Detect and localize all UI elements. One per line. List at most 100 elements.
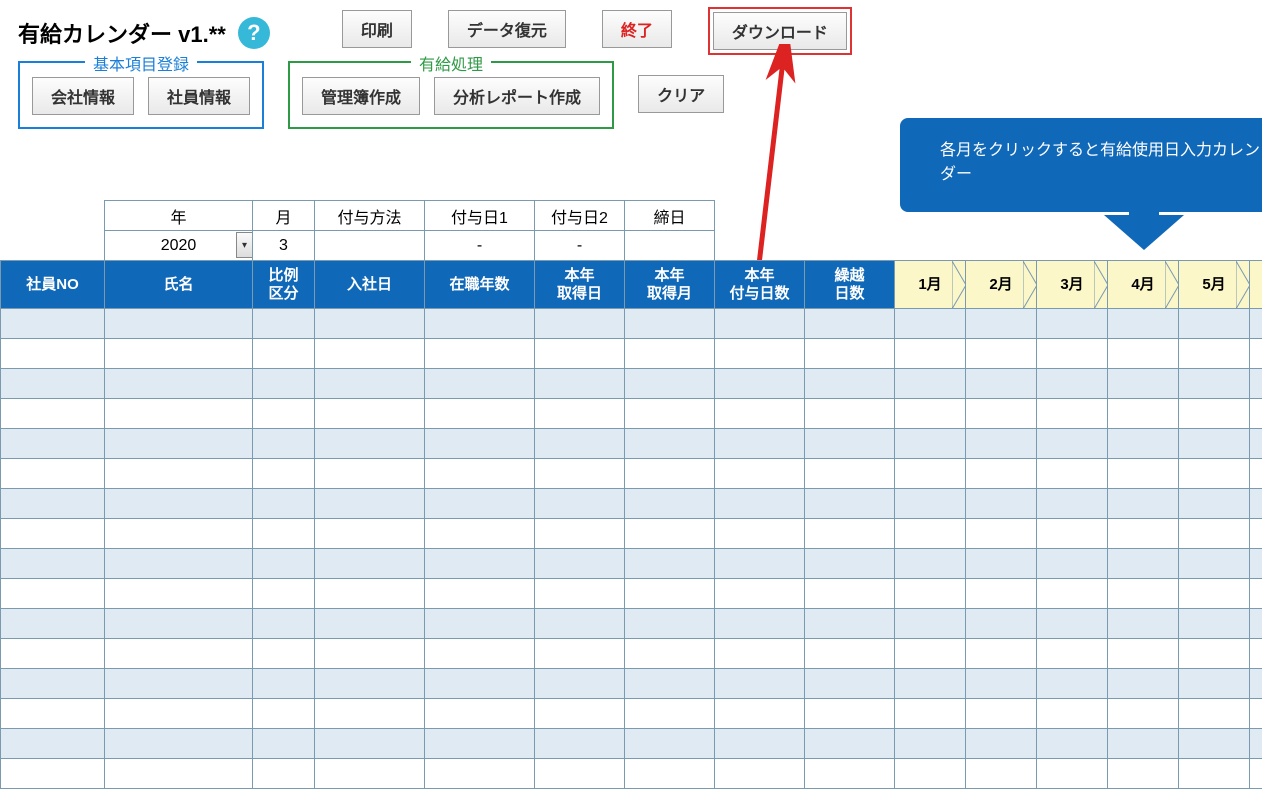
- cell[interactable]: [1108, 519, 1179, 549]
- cell[interactable]: [535, 519, 625, 549]
- cell[interactable]: [966, 579, 1037, 609]
- cell[interactable]: [895, 729, 966, 759]
- cell[interactable]: [425, 549, 535, 579]
- cell[interactable]: [535, 489, 625, 519]
- cell[interactable]: [966, 369, 1037, 399]
- cell[interactable]: [535, 579, 625, 609]
- cell[interactable]: [895, 699, 966, 729]
- table-row[interactable]: [1, 549, 1262, 579]
- cell[interactable]: [1108, 579, 1179, 609]
- cell[interactable]: [1037, 609, 1108, 639]
- cell[interactable]: [1037, 669, 1108, 699]
- cell[interactable]: [105, 609, 253, 639]
- year-dropdown-icon[interactable]: ▾: [236, 232, 253, 258]
- cell[interactable]: [805, 339, 895, 369]
- cell[interactable]: [1250, 489, 1262, 519]
- cell[interactable]: [805, 759, 895, 789]
- cell[interactable]: [1250, 669, 1262, 699]
- cell[interactable]: [425, 369, 535, 399]
- cell[interactable]: [625, 579, 715, 609]
- cell[interactable]: [966, 729, 1037, 759]
- cell[interactable]: [1037, 399, 1108, 429]
- cell[interactable]: [253, 399, 315, 429]
- cell[interactable]: [105, 759, 253, 789]
- cell[interactable]: [625, 309, 715, 339]
- cell[interactable]: [1108, 609, 1179, 639]
- cell[interactable]: [1250, 639, 1262, 669]
- cell[interactable]: [625, 729, 715, 759]
- cell[interactable]: [805, 699, 895, 729]
- cell[interactable]: [1108, 459, 1179, 489]
- cell[interactable]: [1108, 759, 1179, 789]
- cell[interactable]: [715, 609, 805, 639]
- cell[interactable]: [966, 489, 1037, 519]
- cell[interactable]: [315, 609, 425, 639]
- cell[interactable]: [1250, 459, 1262, 489]
- cell[interactable]: [625, 519, 715, 549]
- cell[interactable]: [1179, 609, 1250, 639]
- cell[interactable]: [253, 609, 315, 639]
- cell[interactable]: [966, 669, 1037, 699]
- spreadsheet-grid[interactable]: 年 月 付与方法 付与日1 付与日2 締日 2020 ▾ 3 - -: [0, 200, 1262, 789]
- cell[interactable]: [895, 309, 966, 339]
- cell[interactable]: [1037, 549, 1108, 579]
- cell[interactable]: [966, 339, 1037, 369]
- table-row[interactable]: [1, 759, 1262, 789]
- cell[interactable]: [425, 669, 535, 699]
- cell[interactable]: [1108, 729, 1179, 759]
- cell[interactable]: [105, 399, 253, 429]
- cell[interactable]: [966, 549, 1037, 579]
- cell[interactable]: [715, 399, 805, 429]
- cell[interactable]: [535, 309, 625, 339]
- cell[interactable]: [1250, 339, 1262, 369]
- table-row[interactable]: [1, 489, 1262, 519]
- cell[interactable]: [625, 759, 715, 789]
- cell[interactable]: [315, 369, 425, 399]
- cell[interactable]: [805, 399, 895, 429]
- month-cell[interactable]: 3: [253, 231, 315, 261]
- cell[interactable]: [535, 639, 625, 669]
- cell[interactable]: [966, 699, 1037, 729]
- cell[interactable]: [105, 729, 253, 759]
- cell[interactable]: [715, 729, 805, 759]
- cell[interactable]: [966, 519, 1037, 549]
- cell[interactable]: [1250, 429, 1262, 459]
- employee-info-button[interactable]: 社員情報: [148, 77, 250, 115]
- cell[interactable]: [715, 339, 805, 369]
- cell[interactable]: [535, 699, 625, 729]
- cell[interactable]: [805, 369, 895, 399]
- cell[interactable]: [535, 549, 625, 579]
- cell[interactable]: [253, 489, 315, 519]
- cell[interactable]: [1108, 669, 1179, 699]
- cell[interactable]: [966, 609, 1037, 639]
- cell[interactable]: [1250, 309, 1262, 339]
- cell[interactable]: [805, 429, 895, 459]
- cell[interactable]: [1, 609, 105, 639]
- cell[interactable]: [1037, 309, 1108, 339]
- table-row[interactable]: [1, 399, 1262, 429]
- cell[interactable]: [715, 579, 805, 609]
- cell[interactable]: [425, 609, 535, 639]
- month-header[interactable]: 3月: [1037, 261, 1108, 309]
- cell[interactable]: [625, 609, 715, 639]
- cell[interactable]: [805, 489, 895, 519]
- cell[interactable]: [253, 699, 315, 729]
- cell[interactable]: [1108, 399, 1179, 429]
- cell[interactable]: [253, 519, 315, 549]
- cell[interactable]: [1179, 369, 1250, 399]
- cell[interactable]: [315, 669, 425, 699]
- cell[interactable]: [1037, 459, 1108, 489]
- cell[interactable]: [315, 729, 425, 759]
- cell[interactable]: [805, 579, 895, 609]
- grant-day1-cell[interactable]: -: [425, 231, 535, 261]
- cell[interactable]: [253, 669, 315, 699]
- create-book-button[interactable]: 管理簿作成: [302, 77, 420, 115]
- cell[interactable]: [805, 729, 895, 759]
- table-row[interactable]: [1, 459, 1262, 489]
- cell[interactable]: [425, 759, 535, 789]
- cell[interactable]: [1179, 759, 1250, 789]
- cell[interactable]: [715, 309, 805, 339]
- cell[interactable]: [315, 399, 425, 429]
- cell[interactable]: [1, 489, 105, 519]
- cell[interactable]: [253, 429, 315, 459]
